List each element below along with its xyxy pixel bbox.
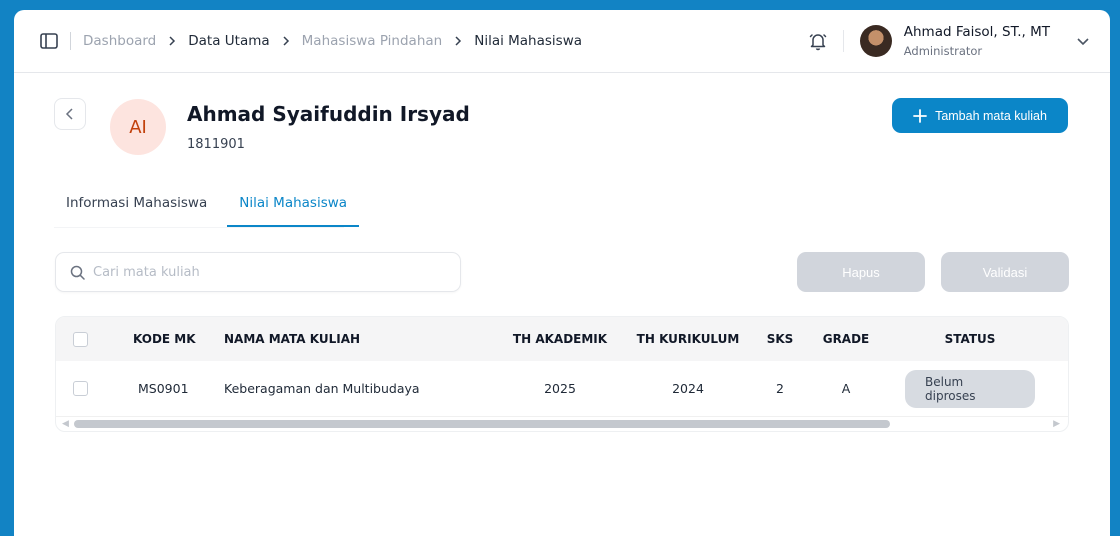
tabs-divider [54, 227, 344, 228]
divider [842, 30, 844, 52]
add-course-label: Tambah mata kuliah [935, 108, 1047, 123]
search-icon [70, 265, 85, 280]
topbar-right: Ahmad Faisol, ST., MT Administrator [807, 24, 1090, 58]
tabs: Informasi Mahasiswa Nilai Mahasiswa [54, 186, 360, 227]
breadcrumb-mahasiswa-pindahan[interactable]: Mahasiswa Pindahan [302, 33, 443, 49]
header-kode-mk: KODE MK [133, 332, 196, 346]
search-box [55, 252, 461, 292]
table-row[interactable]: MS0901 Keberagaman dan Multibudaya 2025 … [56, 361, 1068, 417]
student-id: 1811901 [187, 137, 245, 152]
chevron-down-icon[interactable] [1076, 34, 1090, 48]
scroll-thumb[interactable] [74, 420, 890, 428]
chevron-left-icon [65, 108, 75, 120]
chevron-right-icon [454, 36, 462, 46]
student-name: Ahmad Syaifuddin Irsyad [187, 102, 470, 126]
row-checkbox-cell [73, 361, 88, 416]
tab-nilai-mahasiswa[interactable]: Nilai Mahasiswa [227, 186, 360, 227]
header-grade: GRADE [822, 332, 870, 346]
back-button[interactable] [54, 98, 86, 130]
app-window: Dashboard Data Utama Mahasiswa Pindahan … [14, 10, 1110, 536]
validate-button[interactable]: Validasi [941, 252, 1069, 292]
breadcrumb-nilai-mahasiswa: Nilai Mahasiswa [474, 33, 583, 49]
breadcrumb-dashboard[interactable]: Dashboard [83, 33, 156, 49]
select-all-cell [73, 317, 88, 361]
breadcrumb: Dashboard Data Utama Mahasiswa Pindahan … [83, 33, 582, 49]
header-sks: SKS [766, 332, 794, 346]
sidebar-toggle-icon[interactable] [40, 33, 58, 49]
cell-th-akademik: 2025 [544, 381, 576, 396]
row-checkbox[interactable] [73, 381, 88, 396]
plus-icon [913, 108, 927, 123]
cell-nama-mata-kuliah: Keberagaman dan Multibudaya [224, 381, 420, 396]
header-status: STATUS [944, 332, 996, 346]
header-th-kurikulum: TH KURIKULUM [636, 332, 740, 346]
bell-icon[interactable] [807, 30, 829, 52]
table-header: KODE MK NAMA MATA KULIAH TH AKADEMIK TH … [56, 317, 1068, 361]
grades-table: KODE MK NAMA MATA KULIAH TH AKADEMIK TH … [55, 316, 1069, 432]
chevron-right-icon [282, 36, 290, 46]
cell-th-kurikulum: 2024 [672, 381, 704, 396]
header-nama-mata-kuliah: NAMA MATA KULIAH [224, 332, 361, 346]
breadcrumb-data-utama[interactable]: Data Utama [188, 33, 269, 49]
add-course-button[interactable]: Tambah mata kuliah [892, 98, 1068, 133]
horizontal-scrollbar[interactable]: ◀ ▶ [56, 415, 1068, 431]
cell-status: Belum diproses [905, 361, 1035, 416]
status-badge: Belum diproses [905, 369, 1035, 408]
student-avatar: AI [110, 99, 166, 155]
delete-button[interactable]: Hapus [797, 252, 925, 292]
scroll-left-icon[interactable]: ◀ [62, 419, 69, 429]
divider [70, 32, 71, 50]
header-th-akademik: TH AKADEMIK [512, 332, 608, 346]
user-role: Administrator [903, 44, 983, 58]
scroll-right-icon[interactable]: ▶ [1053, 419, 1060, 429]
user-name: Ahmad Faisol, ST., MT [903, 24, 1050, 40]
user-info: Ahmad Faisol, ST., MT Administrator [904, 24, 1050, 58]
top-bar: Dashboard Data Utama Mahasiswa Pindahan … [14, 10, 1110, 73]
cell-grade: A [841, 381, 851, 396]
select-all-checkbox[interactable] [73, 331, 88, 347]
chevron-right-icon [168, 36, 176, 46]
cell-sks: 2 [776, 381, 784, 396]
avatar[interactable] [859, 25, 892, 57]
tab-informasi-mahasiswa[interactable]: Informasi Mahasiswa [54, 186, 219, 227]
search-input[interactable] [93, 264, 433, 280]
cell-kode-mk: MS0901 [138, 381, 189, 396]
